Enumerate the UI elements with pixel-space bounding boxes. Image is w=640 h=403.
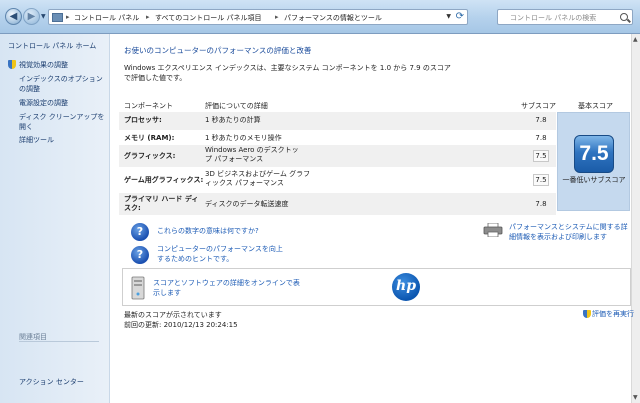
base-score-panel: 7.5 一番低いサブスコア [557, 112, 630, 211]
sidebar-home-link[interactable]: コントロール パネル ホーム [8, 41, 108, 51]
sidebar-item-power[interactable]: 電源設定の調整 [19, 98, 107, 108]
scroll-up-icon[interactable]: ▲ [633, 36, 638, 43]
column-header-component: コンポーネント [124, 102, 173, 110]
hp-logo: hp [392, 273, 420, 301]
last-update: 前回の更新: 2010/12/13 20:24:15 [124, 321, 238, 329]
computer-tower-icon [131, 276, 145, 300]
recent-pages-dropdown[interactable]: ▼ [41, 13, 46, 20]
component-detail: ディスクのデータ転送速度 [205, 200, 289, 208]
column-header-subscore: サブスコア [521, 102, 556, 110]
help-question-icon: ? [131, 246, 149, 264]
help-question-icon: ? [131, 223, 149, 241]
back-button[interactable]: ◀ [5, 8, 22, 25]
component-detail: 1 秒あたりのメモリ操作 [205, 134, 282, 142]
component-detail: Windows Aero のデスクトップ パフォーマンス [205, 146, 299, 163]
table-row: ゲーム用グラフィックス: 3D ビジネスおよびゲーム グラフィックス パフォーマ… [119, 169, 556, 191]
refresh-icon[interactable]: ⟳ [456, 11, 464, 22]
component-name: グラフィックス: [124, 152, 176, 160]
table-row: プロセッサ: 1 秒あたりの計算 7.8 [119, 112, 556, 130]
link-online-details[interactable]: スコアとソフトウェアの詳細をオンラインで表示します [153, 278, 303, 298]
sidebar-item-action-center[interactable]: アクション センター [19, 377, 119, 387]
subscore-value: 7.8 [535, 134, 547, 142]
printer-icon [483, 223, 503, 237]
score-status: 最新のスコアが示されています [124, 311, 222, 319]
breadcrumb-separator-icon[interactable]: ▸ [146, 13, 150, 21]
uac-shield-icon [8, 60, 16, 69]
link-what-do-numbers-mean[interactable]: これらの数字の意味は何ですか? [157, 226, 259, 236]
scroll-down-icon[interactable]: ▼ [633, 394, 638, 401]
component-name: プライマリ ハード ディスク: [124, 195, 199, 212]
breadcrumb-control-panel[interactable]: コントロール パネル [74, 13, 139, 23]
base-score-caption: 一番低いサブスコア [562, 176, 626, 184]
control-panel-icon [52, 13, 63, 22]
subscore-value: 7.8 [535, 200, 547, 208]
column-header-basescore: 基本スコア [578, 102, 613, 110]
address-bar[interactable]: ▸ コントロール パネル ▸ すべてのコントロール パネル項目 ▸ パフォーマン… [48, 9, 468, 25]
breadcrumb-separator-icon[interactable]: ▸ [275, 13, 279, 21]
sidebar-item-visual-effects[interactable]: 視覚効果の調整 [19, 60, 107, 70]
breadcrumb-separator-icon[interactable]: ▸ [66, 13, 70, 21]
uac-shield-icon [583, 310, 591, 318]
page-title: お使いのコンピューターのパフォーマンスの評価と改善 [124, 46, 312, 55]
online-details-box: スコアとソフトウェアの詳細をオンラインで表示します hp [122, 268, 631, 306]
main-content [111, 34, 631, 403]
forward-button[interactable]: ▶ [23, 8, 40, 25]
table-row: プライマリ ハード ディスク: ディスクのデータ転送速度 7.8 [119, 193, 556, 215]
search-icon[interactable] [620, 13, 628, 21]
breadcrumb-performance[interactable]: パフォーマンスの情報とツール [284, 13, 382, 23]
component-name: ゲーム用グラフィックス: [124, 176, 204, 184]
vertical-scrollbar[interactable]: ▲ ▼ [631, 34, 640, 403]
base-score-tile: 7.5 [574, 135, 614, 173]
subscore-value: 7.8 [535, 116, 547, 124]
breadcrumb-all-items[interactable]: すべてのコントロール パネル項目 [155, 13, 261, 23]
page-description: Windows エクスペリエンス インデックスは、主要なシステム コンポーネント… [124, 64, 451, 82]
subscore-value: 7.5 [533, 174, 549, 186]
link-performance-tips[interactable]: コンピューターのパフォーマンスを向上するためのヒントです。 [157, 244, 287, 264]
address-dropdown-icon[interactable]: ▼ [446, 13, 451, 20]
component-detail: 1 秒あたりの計算 [205, 116, 261, 124]
rerun-assessment-link[interactable]: 評価を再実行 [592, 309, 634, 319]
search-box[interactable]: コントロール パネルの検索 [497, 9, 633, 25]
sidebar-item-indexing[interactable]: インデックスのオプションの調整 [19, 74, 107, 94]
subscore-value: 7.5 [533, 150, 549, 162]
table-row: グラフィックス: Windows Aero のデスクトップ パフォーマンス 7.… [119, 145, 556, 167]
component-name: プロセッサ: [124, 116, 162, 124]
search-input[interactable]: コントロール パネルの検索 [510, 13, 596, 23]
sidebar-item-disk-cleanup[interactable]: ディスク クリーンアップを開く [19, 112, 107, 132]
link-print-details[interactable]: パフォーマンスとシステムに関する詳細情報を表示および印刷します [509, 222, 631, 242]
component-name: メモリ (RAM): [124, 134, 175, 142]
navigation-bar: ◀ ▶ ▼ ▸ コントロール パネル ▸ すべてのコントロール パネル項目 ▸ … [0, 0, 640, 34]
sidebar-item-advanced-tools[interactable]: 詳細ツール [19, 135, 107, 145]
related-divider [19, 341, 99, 342]
column-header-detail: 評価についての詳細 [205, 102, 268, 110]
component-detail: 3D ビジネスおよびゲーム グラフィックス パフォーマンス [205, 170, 311, 187]
